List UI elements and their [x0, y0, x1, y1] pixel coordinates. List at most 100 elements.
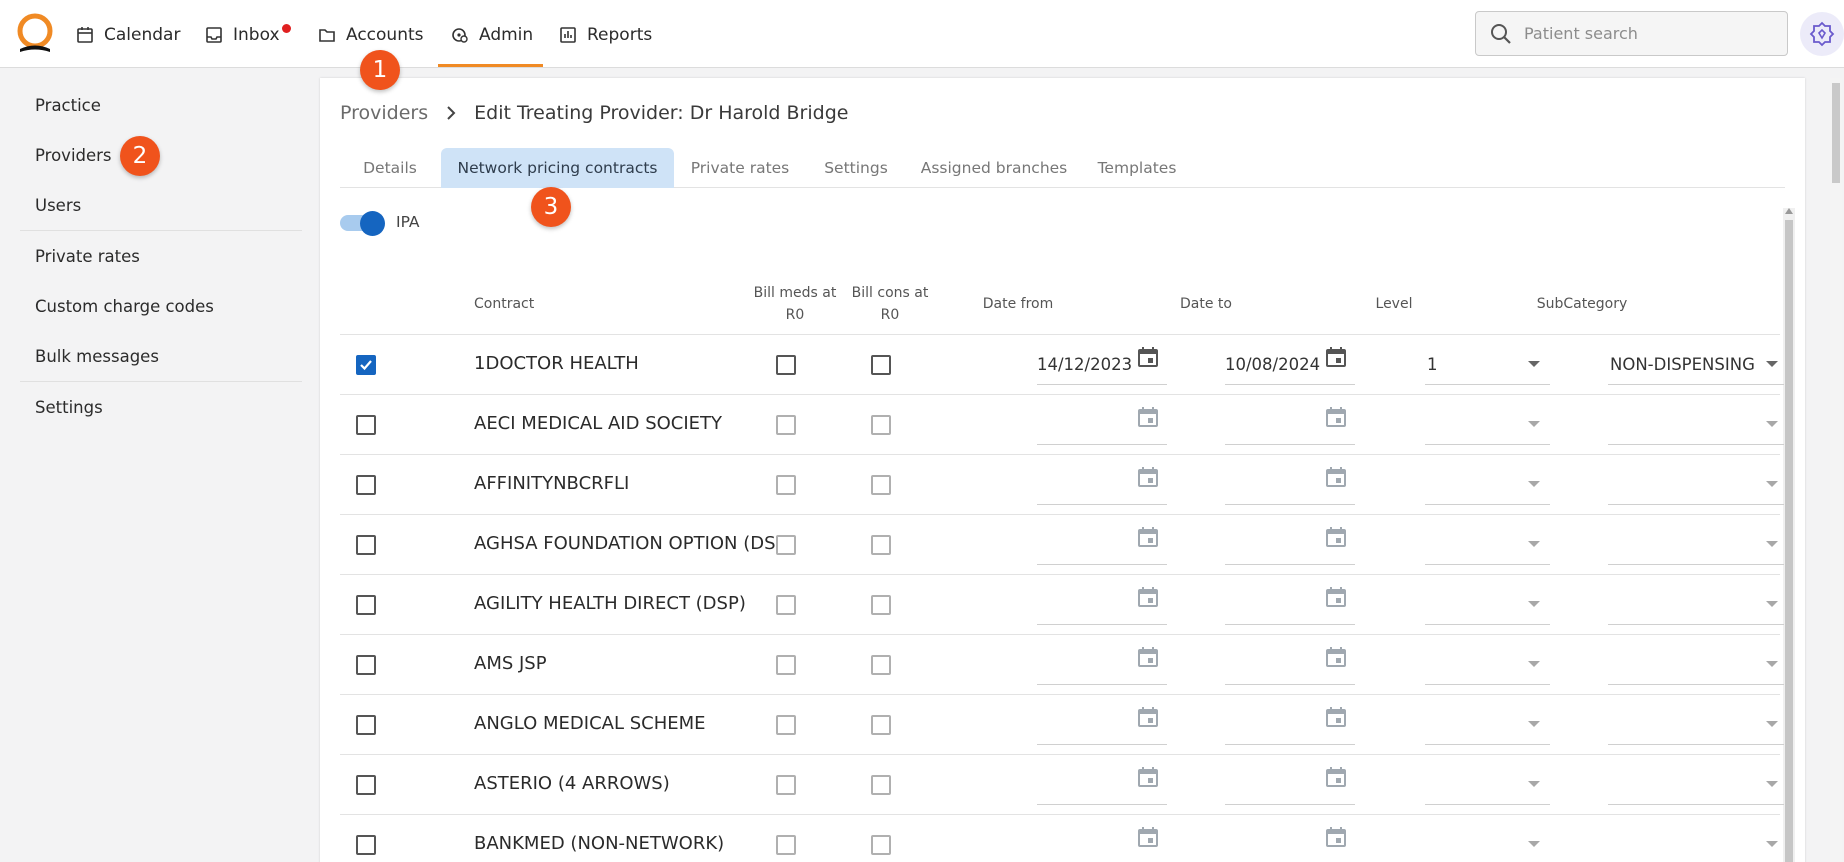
date-from-field[interactable]: [1037, 405, 1167, 445]
level-select[interactable]: [1425, 405, 1550, 445]
tab-private-rates[interactable]: Private rates: [674, 148, 806, 188]
calendar-picker-icon[interactable]: [1325, 765, 1347, 789]
bill-meds-checkbox[interactable]: [776, 775, 796, 795]
bill-meds-checkbox[interactable]: [776, 655, 796, 675]
date-to-field[interactable]: [1225, 765, 1355, 805]
subcategory-select[interactable]: [1608, 705, 1784, 745]
bill-cons-checkbox[interactable]: [871, 355, 891, 375]
date-to-field[interactable]: [1225, 645, 1355, 685]
date-from-field[interactable]: [1037, 525, 1167, 565]
subcategory-select[interactable]: [1608, 825, 1784, 862]
sidebar-item-settings[interactable]: Settings: [20, 382, 302, 432]
date-from-field[interactable]: 14/12/2023: [1037, 345, 1167, 385]
subcategory-select[interactable]: [1608, 645, 1784, 685]
row-select-checkbox[interactable]: [356, 475, 376, 495]
table-scrollbar[interactable]: [1783, 208, 1795, 862]
level-select[interactable]: 1: [1425, 345, 1550, 385]
level-select[interactable]: [1425, 645, 1550, 685]
sidebar-item-practice[interactable]: Practice: [20, 80, 302, 130]
date-from-field[interactable]: [1037, 825, 1167, 862]
calendar-picker-icon[interactable]: [1325, 465, 1347, 489]
level-select[interactable]: [1425, 705, 1550, 745]
bill-meds-checkbox[interactable]: [776, 535, 796, 555]
date-to-field[interactable]: [1225, 405, 1355, 445]
calendar-picker-icon[interactable]: [1325, 645, 1347, 669]
patient-search-input[interactable]: [1524, 24, 1764, 43]
calendar-picker-icon[interactable]: [1137, 405, 1159, 429]
tab-templates[interactable]: Templates: [1082, 148, 1192, 188]
tab-assigned-branches[interactable]: Assigned branches: [906, 148, 1082, 188]
tab-network-pricing-contracts[interactable]: Network pricing contracts: [441, 148, 674, 188]
app-logo[interactable]: [14, 12, 56, 54]
nav-accounts[interactable]: Accounts: [318, 20, 424, 50]
nav-admin[interactable]: Admin: [451, 20, 533, 50]
calendar-picker-icon[interactable]: [1325, 585, 1347, 609]
sidebar-item-providers[interactable]: Providers: [20, 130, 302, 180]
calendar-picker-icon[interactable]: [1137, 705, 1159, 729]
scroll-up-arrow-icon[interactable]: [1785, 208, 1793, 214]
row-select-checkbox[interactable]: [356, 355, 376, 375]
calendar-picker-icon[interactable]: [1325, 345, 1347, 369]
date-to-field[interactable]: 10/08/2024: [1225, 345, 1355, 385]
date-from-field[interactable]: [1037, 585, 1167, 625]
ipa-toggle[interactable]: [340, 211, 385, 236]
bill-meds-checkbox[interactable]: [776, 595, 796, 615]
tab-settings[interactable]: Settings: [806, 148, 906, 188]
nav-inbox[interactable]: Inbox: [205, 20, 280, 50]
calendar-picker-icon[interactable]: [1325, 405, 1347, 429]
subcategory-select[interactable]: NON-DISPENSING: [1608, 345, 1784, 385]
bill-meds-checkbox[interactable]: [776, 835, 796, 855]
row-select-checkbox[interactable]: [356, 535, 376, 555]
bill-cons-checkbox[interactable]: [871, 775, 891, 795]
calendar-picker-icon[interactable]: [1137, 645, 1159, 669]
page-scroll-thumb[interactable]: [1832, 83, 1840, 183]
nav-calendar[interactable]: Calendar: [76, 20, 180, 50]
subcategory-select[interactable]: [1608, 405, 1784, 445]
calendar-picker-icon[interactable]: [1137, 765, 1159, 789]
level-select[interactable]: [1425, 525, 1550, 565]
date-from-field[interactable]: [1037, 645, 1167, 685]
bill-cons-checkbox[interactable]: [871, 715, 891, 735]
calendar-picker-icon[interactable]: [1137, 525, 1159, 549]
bill-cons-checkbox[interactable]: [871, 475, 891, 495]
calendar-picker-icon[interactable]: [1325, 705, 1347, 729]
bill-meds-checkbox[interactable]: [776, 715, 796, 735]
bill-cons-checkbox[interactable]: [871, 655, 891, 675]
page-scrollbar[interactable]: [1830, 78, 1842, 862]
calendar-picker-icon[interactable]: [1325, 825, 1347, 849]
date-to-field[interactable]: [1225, 705, 1355, 745]
row-select-checkbox[interactable]: [356, 715, 376, 735]
bill-meds-checkbox[interactable]: [776, 415, 796, 435]
level-select[interactable]: [1425, 825, 1550, 862]
level-select[interactable]: [1425, 465, 1550, 505]
calendar-picker-icon[interactable]: [1137, 465, 1159, 489]
tab-details[interactable]: Details: [340, 148, 440, 188]
bill-meds-checkbox[interactable]: [776, 355, 796, 375]
date-to-field[interactable]: [1225, 525, 1355, 565]
bill-cons-checkbox[interactable]: [871, 535, 891, 555]
row-select-checkbox[interactable]: [356, 595, 376, 615]
bill-cons-checkbox[interactable]: [871, 835, 891, 855]
bill-cons-checkbox[interactable]: [871, 595, 891, 615]
bill-meds-checkbox[interactable]: [776, 475, 796, 495]
calendar-picker-icon[interactable]: [1325, 525, 1347, 549]
breadcrumb-providers-link[interactable]: Providers: [340, 102, 428, 124]
level-select[interactable]: [1425, 765, 1550, 805]
date-from-field[interactable]: [1037, 765, 1167, 805]
row-select-checkbox[interactable]: [356, 415, 376, 435]
subcategory-select[interactable]: [1608, 465, 1784, 505]
calendar-picker-icon[interactable]: [1137, 825, 1159, 849]
table-scroll-thumb[interactable]: [1785, 220, 1793, 862]
calendar-picker-icon[interactable]: [1137, 345, 1159, 369]
bill-cons-checkbox[interactable]: [871, 415, 891, 435]
date-from-field[interactable]: [1037, 705, 1167, 745]
sidebar-item-custom-charge-codes[interactable]: Custom charge codes: [20, 281, 302, 331]
subcategory-select[interactable]: [1608, 585, 1784, 625]
sidebar-item-bulk-messages[interactable]: Bulk messages: [20, 331, 302, 381]
date-from-field[interactable]: [1037, 465, 1167, 505]
subcategory-select[interactable]: [1608, 525, 1784, 565]
date-to-field[interactable]: [1225, 465, 1355, 505]
date-to-field[interactable]: [1225, 825, 1355, 862]
calendar-picker-icon[interactable]: [1137, 585, 1159, 609]
row-select-checkbox[interactable]: [356, 775, 376, 795]
